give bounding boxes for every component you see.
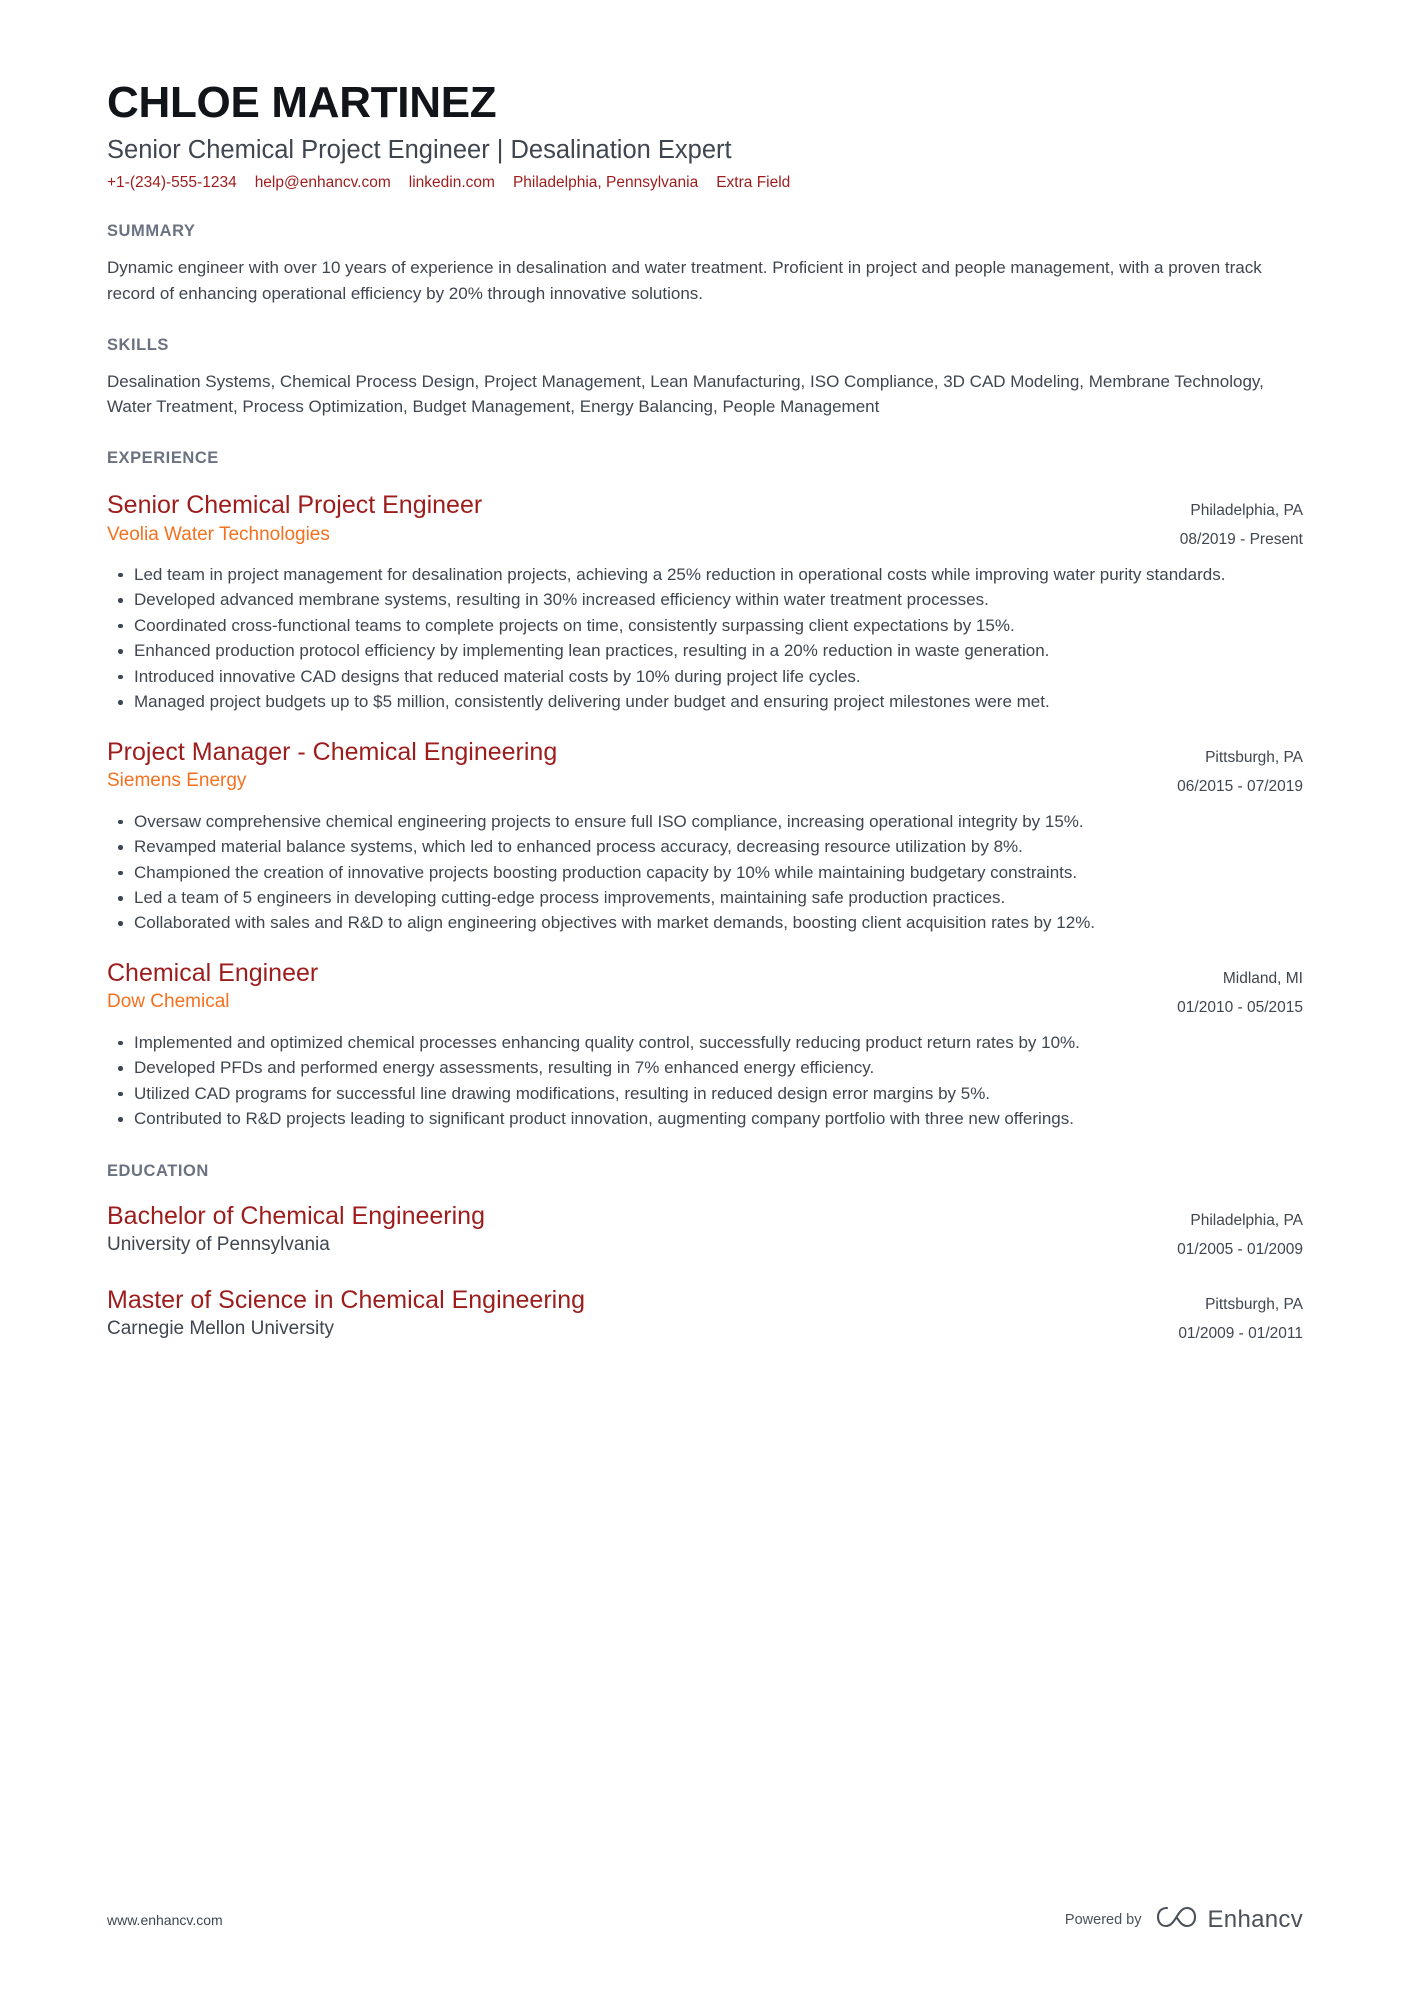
skills-section-title: SKILLS bbox=[107, 335, 169, 354]
enhancv-logo-icon bbox=[1156, 1904, 1198, 1935]
job-bullet-list: Led team in project management for desal… bbox=[107, 563, 1303, 715]
job-bullet: Implemented and optimized chemical proce… bbox=[107, 1031, 1303, 1055]
experience-entry-meta: Pittsburgh, PA 06/2015 - 07/2019 bbox=[1177, 737, 1303, 802]
experience-entry-meta: Philadelphia, PA 08/2019 - Present bbox=[1180, 490, 1303, 555]
contact-linkedin[interactable]: linkedin.com bbox=[409, 174, 495, 192]
education-section: EDUCATION Bachelor of Chemical Engineeri… bbox=[107, 1162, 1303, 1349]
experience-entry-main: Senior Chemical Project Engineer Veolia … bbox=[107, 490, 1180, 547]
degree-dates: 01/2005 - 01/2009 bbox=[1177, 1241, 1303, 1259]
footer-website-url[interactable]: www.enhancv.com bbox=[107, 1912, 223, 1928]
job-bullet: Led team in project management for desal… bbox=[107, 563, 1303, 587]
job-bullet: Oversaw comprehensive chemical engineeri… bbox=[107, 810, 1303, 834]
job-bullet: Developed advanced membrane systems, res… bbox=[107, 588, 1303, 612]
experience-section: EXPERIENCE Senior Chemical Project Engin… bbox=[107, 449, 1303, 1132]
company-name: Siemens Energy bbox=[107, 770, 247, 792]
experience-entry-main: Project Manager - Chemical Engineering S… bbox=[107, 737, 1177, 794]
education-entry: Bachelor of Chemical Engineering Univers… bbox=[107, 1201, 1303, 1265]
contact-phone[interactable]: +1-(234)-555-1234 bbox=[107, 174, 237, 192]
candidate-name: CHLOE MARTINEZ bbox=[107, 78, 497, 127]
job-bullet: Developed PFDs and performed energy asse… bbox=[107, 1056, 1303, 1080]
resume-header: CHLOE MARTINEZ Senior Chemical Project E… bbox=[107, 0, 1303, 192]
degree-title: Master of Science in Chemical Engineerin… bbox=[107, 1285, 586, 1314]
experience-entry-header: Project Manager - Chemical Engineering S… bbox=[107, 737, 1303, 802]
summary-section: SUMMARY Dynamic engineer with over 10 ye… bbox=[107, 222, 1303, 305]
education-entry-main: Master of Science in Chemical Engineerin… bbox=[107, 1285, 1178, 1342]
experience-entry-header: Senior Chemical Project Engineer Veolia … bbox=[107, 490, 1303, 555]
experience-entry: Project Manager - Chemical Engineering S… bbox=[107, 737, 1303, 936]
experience-entry-main: Chemical Engineer Dow Chemical bbox=[107, 958, 1177, 1015]
school-name: Carnegie Mellon University bbox=[107, 1318, 335, 1340]
education-entry: Master of Science in Chemical Engineerin… bbox=[107, 1285, 1303, 1349]
education-section-title: EDUCATION bbox=[107, 1161, 209, 1180]
summary-text: Dynamic engineer with over 10 years of e… bbox=[107, 258, 1262, 303]
job-bullet: Contributed to R&D projects leading to s… bbox=[107, 1107, 1303, 1131]
page-footer: www.enhancv.com Powered by Enhancv bbox=[107, 1904, 1303, 1935]
contact-extra-field: Extra Field bbox=[716, 174, 791, 192]
job-title: Project Manager - Chemical Engineering bbox=[107, 737, 558, 766]
powered-by-label: Powered by bbox=[1064, 1911, 1142, 1928]
experience-entry-header: Chemical Engineer Dow Chemical Midland, … bbox=[107, 958, 1303, 1023]
experience-entry-meta: Midland, MI 01/2010 - 05/2015 bbox=[1177, 958, 1303, 1023]
education-entry-main: Bachelor of Chemical Engineering Univers… bbox=[107, 1201, 1177, 1258]
candidate-headline: Senior Chemical Project Engineer | Desal… bbox=[107, 136, 732, 165]
degree-location: Philadelphia, PA bbox=[1190, 1211, 1303, 1229]
job-bullet: Championed the creation of innovative pr… bbox=[107, 861, 1303, 885]
job-bullet: Enhanced production protocol efficiency … bbox=[107, 639, 1303, 663]
degree-title: Bachelor of Chemical Engineering bbox=[107, 1201, 485, 1230]
experience-entry: Senior Chemical Project Engineer Veolia … bbox=[107, 490, 1303, 715]
job-bullet: Managed project budgets up to $5 million… bbox=[107, 690, 1303, 714]
skills-section: SKILLS Desalination Systems, Chemical Pr… bbox=[107, 336, 1303, 419]
school-name: University of Pennsylvania bbox=[107, 1234, 330, 1256]
enhancv-brand-name: Enhancv bbox=[1207, 1905, 1303, 1933]
job-dates: 06/2015 - 07/2019 bbox=[1177, 778, 1303, 796]
job-title: Senior Chemical Project Engineer bbox=[107, 491, 483, 520]
footer-brand-block: Powered by Enhancv bbox=[1065, 1904, 1303, 1935]
job-title: Chemical Engineer bbox=[107, 958, 319, 987]
resume-page: CHLOE MARTINEZ Senior Chemical Project E… bbox=[0, 0, 1410, 1995]
education-entry-header: Master of Science in Chemical Engineerin… bbox=[107, 1285, 1303, 1349]
skills-text: Desalination Systems, Chemical Process D… bbox=[107, 371, 1264, 416]
degree-location: Pittsburgh, PA bbox=[1205, 1295, 1303, 1313]
company-name: Dow Chemical bbox=[107, 991, 230, 1013]
enhancv-logo-lockup: Enhancv bbox=[1156, 1904, 1304, 1935]
contact-location: Philadelphia, Pennsylvania bbox=[512, 174, 699, 192]
job-bullet-list: Oversaw comprehensive chemical engineeri… bbox=[107, 810, 1303, 936]
summary-section-title: SUMMARY bbox=[107, 222, 196, 241]
job-dates: 01/2010 - 05/2015 bbox=[1177, 999, 1303, 1017]
job-bullet: Collaborated with sales and R&D to align… bbox=[107, 911, 1303, 935]
job-bullet: Coordinated cross-functional teams to co… bbox=[107, 614, 1303, 638]
experience-entry: Chemical Engineer Dow Chemical Midland, … bbox=[107, 958, 1303, 1132]
job-location: Midland, MI bbox=[1222, 969, 1303, 987]
degree-dates: 01/2009 - 01/2011 bbox=[1178, 1325, 1303, 1342]
job-bullet: Led a team of 5 engineers in developing … bbox=[107, 886, 1303, 910]
contact-email[interactable]: help@enhancv.com bbox=[255, 174, 391, 192]
job-dates: 08/2019 - Present bbox=[1179, 531, 1303, 549]
education-entry-header: Bachelor of Chemical Engineering Univers… bbox=[107, 1201, 1303, 1265]
job-bullet: Utilized CAD programs for successful lin… bbox=[107, 1082, 1303, 1106]
contact-row: +1-(234)-555-1234 help@enhancv.com linke… bbox=[107, 174, 1303, 192]
job-bullet: Revamped material balance systems, which… bbox=[107, 835, 1303, 859]
job-bullet-list: Implemented and optimized chemical proce… bbox=[107, 1031, 1303, 1132]
job-location: Philadelphia, PA bbox=[1190, 502, 1303, 520]
company-name: Veolia Water Technologies bbox=[107, 523, 330, 545]
job-bullet: Introduced innovative CAD designs that r… bbox=[107, 665, 1303, 689]
job-location: Pittsburgh, PA bbox=[1205, 748, 1303, 766]
education-entry-meta: Philadelphia, PA 01/2005 - 01/2009 bbox=[1177, 1201, 1303, 1265]
experience-section-title: EXPERIENCE bbox=[107, 449, 219, 468]
education-entry-meta: Pittsburgh, PA 01/2009 - 01/2011 bbox=[1178, 1285, 1303, 1349]
